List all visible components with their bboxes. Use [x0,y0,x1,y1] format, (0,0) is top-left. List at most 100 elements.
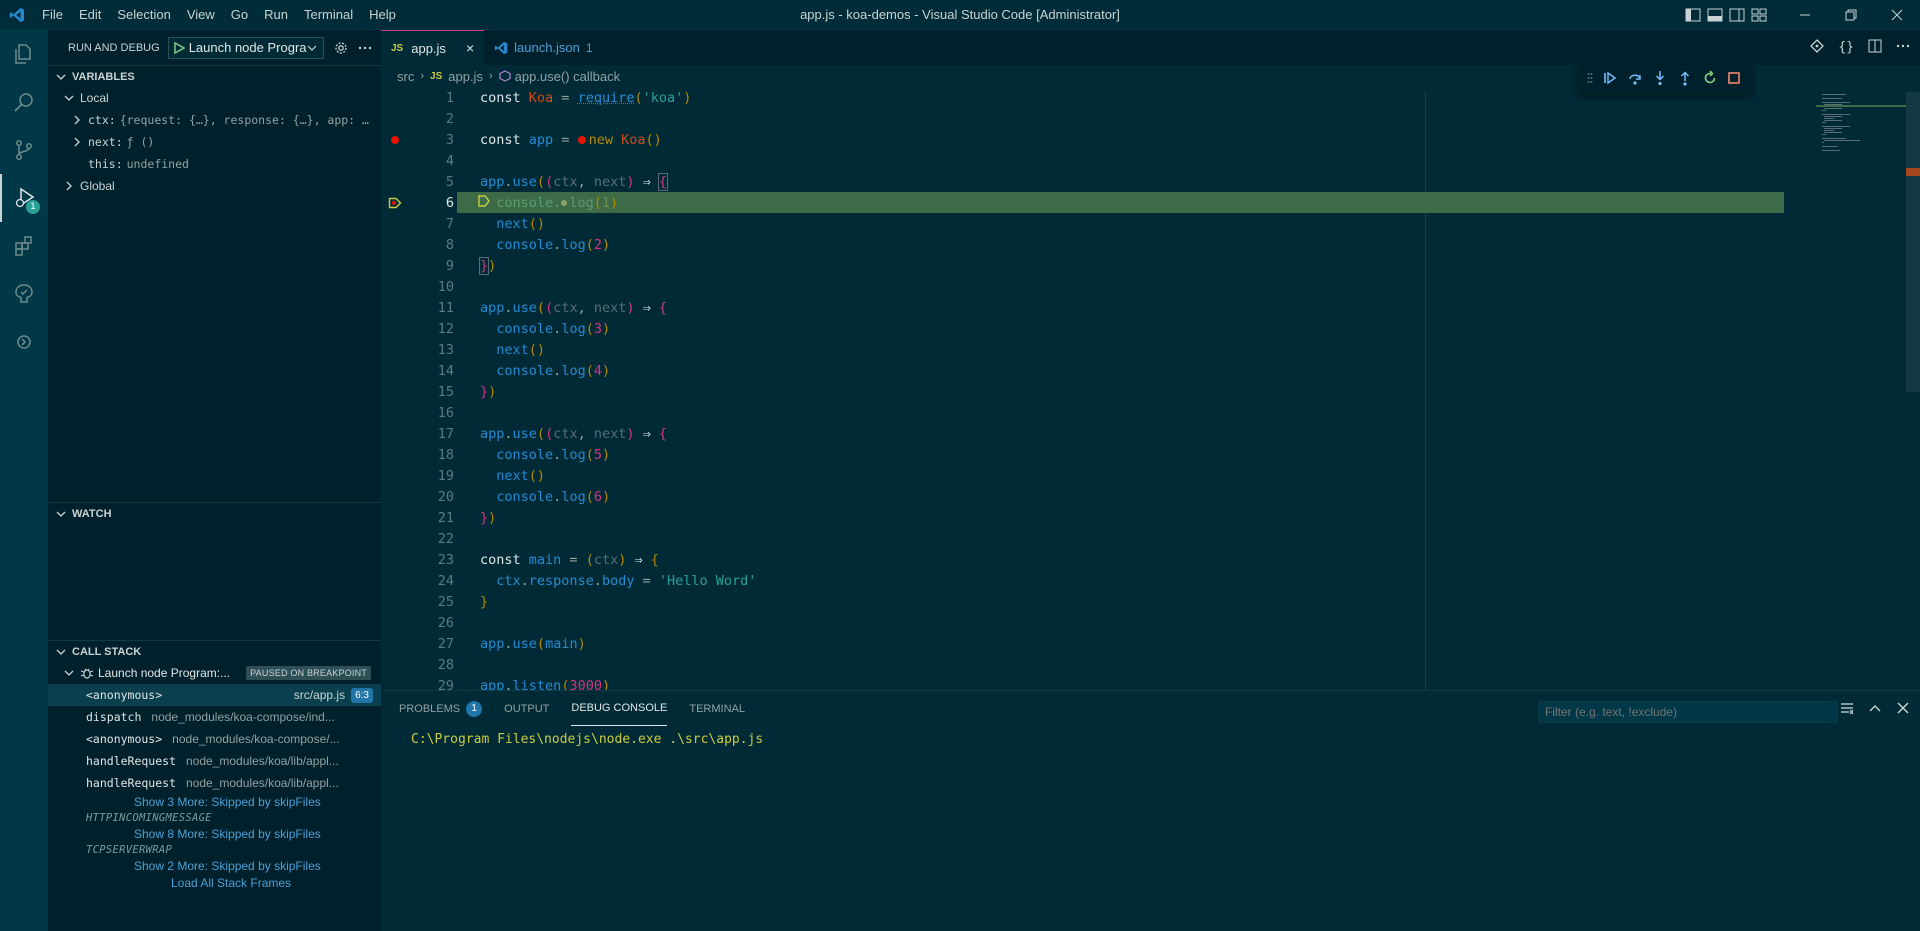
variables-section-header[interactable]: VARIABLES [48,65,381,87]
variables-spacer [48,197,381,502]
bottom-panel: PROBLEMS 1 OUTPUT DEBUG CONSOLE TERMINAL… [381,690,1920,931]
scope-local[interactable]: Local [48,87,381,109]
customize-layout-icon[interactable] [1748,0,1770,30]
inline-breakpoint-icon[interactable] [561,199,568,206]
show-skipped-frames-link[interactable]: Show 8 More: Skipped by skipFiles [48,826,381,842]
close-window-icon[interactable] [1874,0,1920,30]
watch-title: WATCH [72,507,112,520]
tab-terminal[interactable]: TERMINAL [689,691,745,726]
menu-go[interactable]: Go [223,0,256,30]
menu-view[interactable]: View [179,0,223,30]
debug-console-filter-input[interactable] [1538,701,1838,723]
variable-this[interactable]: this: undefined [48,153,381,175]
call-stack-section-header[interactable]: CALL STACK [48,640,381,662]
clear-console-icon[interactable] [1840,701,1854,718]
debug-session[interactable]: Launch node Program:... PAUSED ON BREAKP… [48,662,381,684]
editor-scrollbar[interactable] [1906,92,1920,392]
close-panel-icon[interactable] [1896,701,1910,718]
stack-frame-row[interactable]: <anonymous> src/app.js 6:3 [48,684,381,706]
run-and-debug-icon[interactable]: 1 [0,174,48,222]
inline-breakpoint-icon[interactable] [577,135,586,144]
breadcrumb-file[interactable]: app.js [448,69,483,84]
line-number: 18 [437,446,454,463]
testing-icon[interactable] [0,270,48,318]
line-number: 27 [437,635,454,652]
bug-icon [80,666,94,680]
scope-local-label: Local [80,91,109,105]
restore-icon[interactable] [1828,0,1874,30]
code-line: 12 console.log(3) [381,318,1781,339]
braces-icon[interactable]: {} [1838,40,1854,55]
menu-run[interactable]: Run [256,0,296,30]
line-number: 24 [437,572,454,589]
tab-problems[interactable]: PROBLEMS 1 [399,691,483,726]
tab-debug-console[interactable]: DEBUG CONSOLE [571,691,668,726]
breakpoint-icon[interactable] [381,135,409,145]
show-skipped-frames-link[interactable]: Show 2 More: Skipped by skipFiles [48,858,381,874]
tab-app-js[interactable]: JS app.js × [381,30,485,65]
more-actions-icon[interactable] [1896,39,1910,57]
show-skipped-frames-link[interactable]: Show 3 More: Skipped by skipFiles [48,794,381,810]
tab-label: TERMINAL [689,702,745,715]
stack-frame-row[interactable]: handleRequest node_modules/koa/lib/appl.… [48,750,381,772]
variable-next[interactable]: next: ƒ () [48,131,381,153]
code-editor[interactable]: 1 const Koa = require('koa') 2 3 const app… [381,87,1920,690]
load-all-stack-frames-link[interactable]: Load All Stack Frames [48,874,381,892]
code-line: 4 [381,150,1781,171]
close-icon[interactable]: × [466,40,474,56]
tab-launch-json[interactable]: launch.json 1 [484,30,602,65]
menu-selection[interactable]: Selection [109,0,178,30]
code-line: 18 console.log(5) [381,444,1781,465]
tab-output[interactable]: OUTPUT [504,691,549,726]
tab-label: DEBUG CONSOLE [571,702,668,714]
line-number: 8 [445,236,454,253]
code-text: console.log(2) [496,236,611,253]
code-line: 3 const app = new Koa() [381,129,1781,150]
minimap[interactable] [1816,92,1906,172]
breadcrumb-folder[interactable]: src [397,69,414,84]
git-compare-icon[interactable] [1810,38,1825,57]
toggle-secondary-sidebar-icon[interactable] [1726,0,1748,30]
split-editor-icon[interactable] [1868,39,1882,57]
more-actions-icon[interactable] [358,41,372,55]
stack-frame-function: <anonymous> [86,732,163,746]
watch-section-header[interactable]: WATCH [48,502,381,524]
line-number: 10 [437,278,454,295]
search-icon[interactable] [0,78,48,126]
breadcrumb-symbol[interactable]: app.use() callback [515,69,621,84]
launch-config-select[interactable]: Launch node Program [167,36,324,59]
extensions-icon[interactable] [0,222,48,270]
minimize-icon[interactable] [1782,0,1828,30]
menu-file[interactable]: File [34,0,71,30]
variables-title: VARIABLES [72,70,135,83]
menu-terminal[interactable]: Terminal [296,0,361,30]
scope-global[interactable]: Global [48,175,381,197]
menu-edit[interactable]: Edit [71,0,109,30]
line-number: 11 [437,299,454,316]
source-control-icon[interactable] [0,126,48,174]
line-number: 13 [437,341,454,358]
explorer-icon[interactable] [0,30,48,78]
toggle-panel-icon[interactable] [1704,0,1726,30]
code-text: }) [478,256,497,275]
toggle-primary-sidebar-icon[interactable] [1682,0,1704,30]
variable-ctx[interactable]: ctx: {request: {…}, response: {…}, app: … [48,109,381,131]
stack-frame-row[interactable]: <anonymous> node_modules/koa-compose/... [48,728,381,750]
start-debugging-icon[interactable] [173,41,185,54]
remote-explorer-icon[interactable] [0,318,48,366]
code-text: console.log(3) [496,320,611,337]
gear-icon[interactable] [334,41,348,55]
debug-session-label: Launch node Program:... [98,666,231,680]
drag-handle-icon[interactable] [1587,72,1593,88]
paused-breakpoint-icon[interactable] [381,197,409,209]
current-statement-icon [478,194,490,211]
stack-frame-position-badge: 6:3 [351,687,373,703]
editor-actions: {} [1810,30,1920,65]
maximize-panel-icon[interactable] [1868,701,1882,718]
stack-frame-row[interactable]: handleRequest node_modules/koa/lib/appl.… [48,772,381,794]
variable-name: ctx: [88,113,116,127]
code-line: 8 console.log(2) [381,234,1781,255]
menu-help[interactable]: Help [361,0,404,30]
stack-frame-row[interactable]: dispatch node_modules/koa-compose/ind... [48,706,381,728]
sidebar-header: RUN AND DEBUG Launch node Program [48,30,381,65]
